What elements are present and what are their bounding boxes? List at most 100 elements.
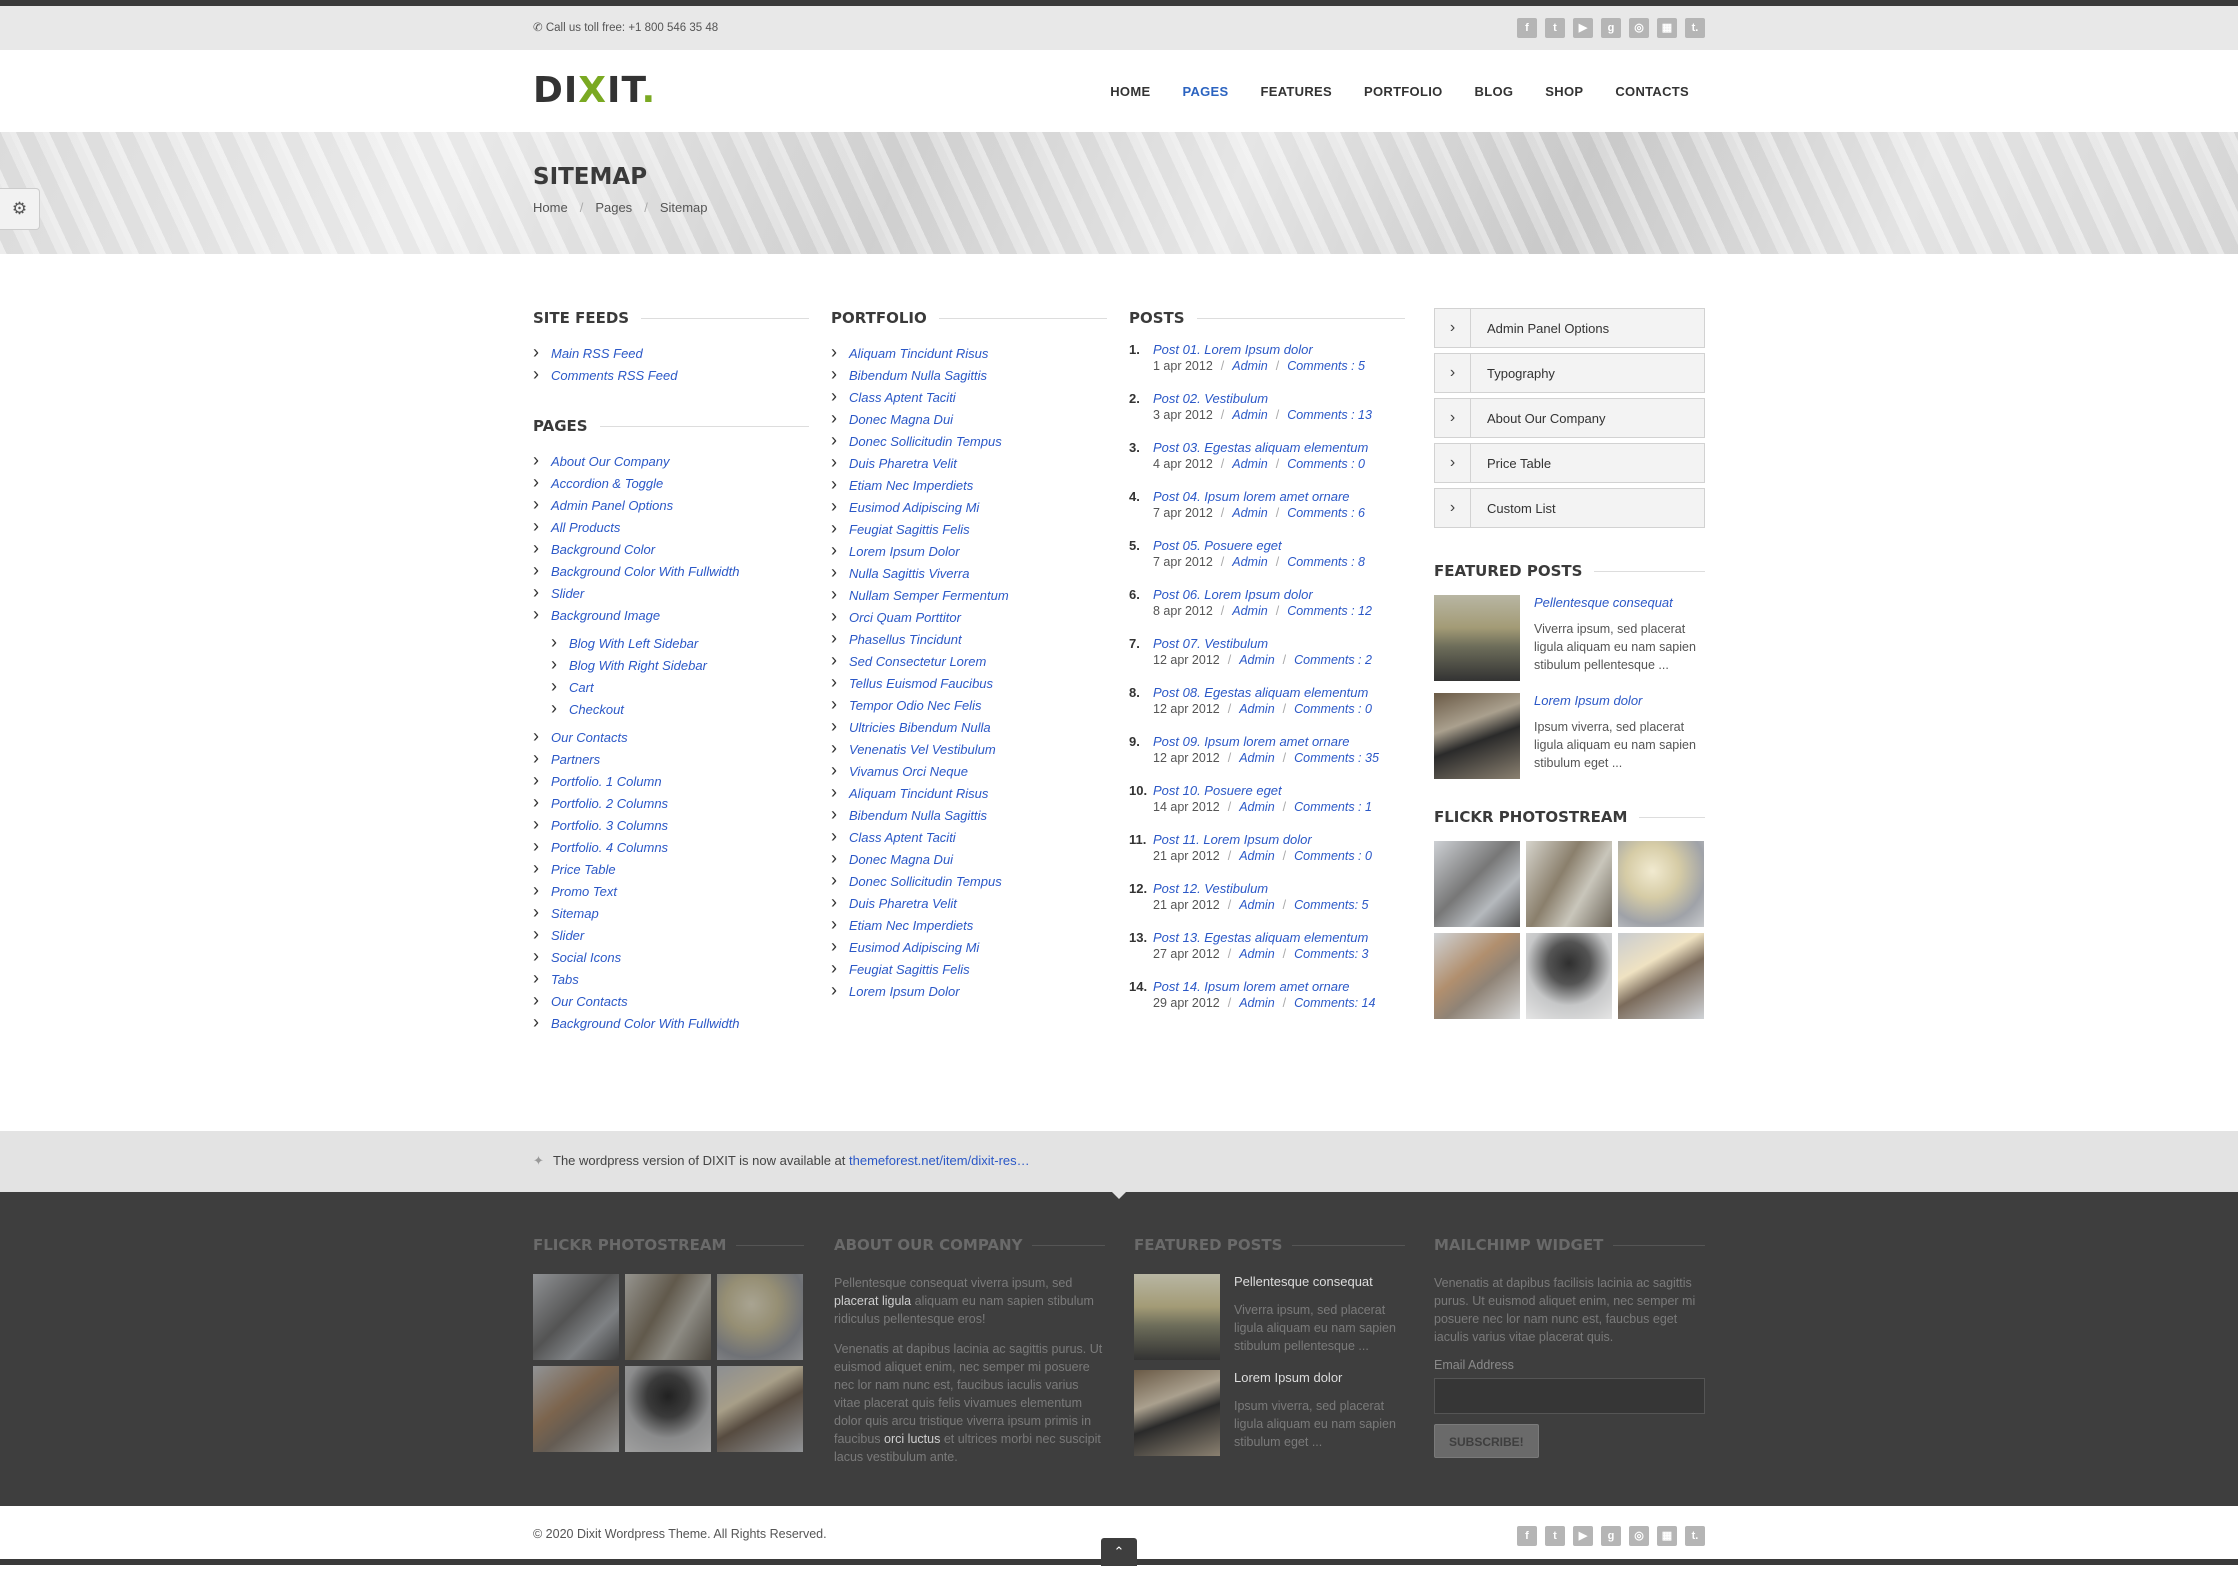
- post-author[interactable]: Admin: [1239, 800, 1274, 814]
- post-title[interactable]: Post 06. Lorem Ipsum dolor: [1153, 587, 1313, 602]
- settings-gear-icon[interactable]: ⚙: [0, 188, 40, 230]
- page-link[interactable]: Portfolio. 2 Columns: [533, 792, 809, 814]
- post-comments[interactable]: Comments : 0: [1294, 849, 1372, 863]
- featured-post-thumbnail[interactable]: [1134, 1274, 1220, 1360]
- featured-post[interactable]: Lorem Ipsum dolor Ipsum viverra, sed plac…: [1434, 693, 1705, 779]
- email-input[interactable]: [1434, 1378, 1705, 1414]
- sub-page-link[interactable]: Blog With Left Sidebar: [551, 632, 809, 654]
- portfolio-link[interactable]: Nulla Sagittis Viverra: [831, 562, 1107, 584]
- page-link[interactable]: Admin Panel Options: [533, 494, 809, 516]
- back-to-top-icon[interactable]: ⌃: [1101, 1538, 1137, 1566]
- post-comments[interactable]: Comments : 2: [1294, 653, 1372, 667]
- flickr-photo[interactable]: [533, 1366, 619, 1452]
- twitter-icon[interactable]: t: [1545, 18, 1565, 38]
- page-link[interactable]: About Our Company: [533, 450, 809, 472]
- dribbble-icon[interactable]: ◎: [1629, 18, 1649, 38]
- flickr-photo[interactable]: [625, 1274, 711, 1360]
- featured-post-title[interactable]: Lorem Ipsum dolor: [1534, 693, 1705, 708]
- post-author[interactable]: Admin: [1239, 751, 1274, 765]
- post-title-row[interactable]: 4. Post 04. Ipsum lorem amet ornare: [1129, 489, 1405, 504]
- post-title[interactable]: Post 05. Posuere eget: [1153, 538, 1282, 553]
- facebook-icon[interactable]: f: [1517, 1526, 1537, 1546]
- page-link[interactable]: Accordion & Toggle: [533, 472, 809, 494]
- subscribe-button[interactable]: SUBSCRIBE!: [1434, 1424, 1539, 1458]
- post-author[interactable]: Admin: [1232, 604, 1267, 618]
- googleplus-icon[interactable]: g: [1601, 1526, 1621, 1546]
- portfolio-link[interactable]: Duis Pharetra Velit: [831, 452, 1107, 474]
- post-title-row[interactable]: 9. Post 09. Ipsum lorem amet ornare: [1129, 734, 1405, 749]
- portfolio-link[interactable]: Tempor Odio Nec Felis: [831, 694, 1107, 716]
- post-title-row[interactable]: 7. Post 07. Vestibulum: [1129, 636, 1405, 651]
- post-title[interactable]: Post 13. Egestas aliquam elementum: [1153, 930, 1368, 945]
- sub-page-link[interactable]: Blog With Right Sidebar: [551, 654, 809, 676]
- post-comments[interactable]: Comments: 14: [1294, 996, 1375, 1010]
- post-title[interactable]: Post 09. Ipsum lorem amet ornare: [1153, 734, 1350, 749]
- post-comments[interactable]: Comments : 35: [1294, 751, 1379, 765]
- post-comments[interactable]: Comments : 6: [1287, 506, 1365, 520]
- flickr-photo[interactable]: [533, 1274, 619, 1360]
- post-title-row[interactable]: 11. Post 11. Lorem Ipsum dolor: [1129, 832, 1405, 847]
- post-title-row[interactable]: 12. Post 12. Vestibulum: [1129, 881, 1405, 896]
- post-title[interactable]: Post 11. Lorem Ipsum dolor: [1153, 832, 1312, 847]
- post-comments[interactable]: Comments : 12: [1287, 604, 1372, 618]
- post-author[interactable]: Admin: [1239, 898, 1274, 912]
- nav-blog[interactable]: BLOG: [1459, 84, 1530, 99]
- page-link[interactable]: Partners: [533, 748, 809, 770]
- sub-page-link[interactable]: Cart: [551, 676, 809, 698]
- portfolio-link[interactable]: Ultricies Bibendum Nulla: [831, 716, 1107, 738]
- nav-pages[interactable]: PAGES: [1166, 84, 1244, 99]
- page-link[interactable]: Price Table: [533, 858, 809, 880]
- feed-link[interactable]: Comments RSS Feed: [533, 364, 809, 386]
- flickr-photo[interactable]: [1526, 933, 1612, 1019]
- portfolio-link[interactable]: Sed Consectetur Lorem: [831, 650, 1107, 672]
- logo[interactable]: DIXIT.: [533, 70, 656, 111]
- page-link[interactable]: Promo Text: [533, 880, 809, 902]
- sidebar-menu-item[interactable]: › Price Table: [1434, 443, 1705, 483]
- portfolio-link[interactable]: Venenatis Vel Vestibulum: [831, 738, 1107, 760]
- post-title[interactable]: Post 07. Vestibulum: [1153, 636, 1268, 651]
- portfolio-link[interactable]: Vivamus Orci Neque: [831, 760, 1107, 782]
- page-link[interactable]: Background Image: [533, 604, 809, 626]
- nav-home[interactable]: HOME: [1094, 84, 1166, 99]
- breadcrumb-home[interactable]: Home: [533, 200, 568, 215]
- portfolio-link[interactable]: Aliquam Tincidunt Risus: [831, 782, 1107, 804]
- post-title-row[interactable]: 13. Post 13. Egestas aliquam elementum: [1129, 930, 1405, 945]
- post-author[interactable]: Admin: [1232, 506, 1267, 520]
- footer-featured-post[interactable]: Lorem Ipsum dolor Ipsum viverra, sed plac…: [1134, 1370, 1405, 1456]
- page-link[interactable]: Tabs: [533, 968, 809, 990]
- featured-post-thumbnail[interactable]: [1134, 1370, 1220, 1456]
- page-link[interactable]: Background Color With Fullwidth: [533, 1012, 809, 1034]
- post-comments[interactable]: Comments : 8: [1287, 555, 1365, 569]
- flickr-photo[interactable]: [1526, 841, 1612, 927]
- portfolio-link[interactable]: Eusimod Adipiscing Mi: [831, 936, 1107, 958]
- youtube-icon[interactable]: ▶: [1573, 18, 1593, 38]
- youtube-icon[interactable]: ▶: [1573, 1526, 1593, 1546]
- post-comments[interactable]: Comments : 1: [1294, 800, 1372, 814]
- post-title[interactable]: Post 10. Posuere eget: [1153, 783, 1282, 798]
- featured-post-thumbnail[interactable]: [1434, 595, 1520, 681]
- post-title-row[interactable]: 14. Post 14. Ipsum lorem amet ornare: [1129, 979, 1405, 994]
- portfolio-link[interactable]: Donec Sollicitudin Tempus: [831, 430, 1107, 452]
- breadcrumb-pages[interactable]: Pages: [595, 200, 632, 215]
- portfolio-link[interactable]: Class Aptent Taciti: [831, 386, 1107, 408]
- post-comments[interactable]: Comments : 13: [1287, 408, 1372, 422]
- post-author[interactable]: Admin: [1232, 555, 1267, 569]
- portfolio-link[interactable]: Tellus Euismod Faucibus: [831, 672, 1107, 694]
- nav-portfolio[interactable]: PORTFOLIO: [1348, 84, 1459, 99]
- page-link[interactable]: Background Color With Fullwidth: [533, 560, 809, 582]
- page-link[interactable]: Social Icons: [533, 946, 809, 968]
- post-title-row[interactable]: 2. Post 02. Vestibulum: [1129, 391, 1405, 406]
- portfolio-link[interactable]: Bibendum Nulla Sagittis: [831, 804, 1107, 826]
- flickr-photo[interactable]: [717, 1366, 803, 1452]
- sidebar-menu-item[interactable]: › Typography: [1434, 353, 1705, 393]
- portfolio-link[interactable]: Etiam Nec Imperdiets: [831, 474, 1107, 496]
- delicious-icon[interactable]: ▦: [1657, 18, 1677, 38]
- post-title[interactable]: Post 14. Ipsum lorem amet ornare: [1153, 979, 1350, 994]
- feed-link[interactable]: Main RSS Feed: [533, 342, 809, 364]
- post-title-row[interactable]: 10. Post 10. Posuere eget: [1129, 783, 1405, 798]
- nav-shop[interactable]: SHOP: [1529, 84, 1599, 99]
- post-title[interactable]: Post 03. Egestas aliquam elementum: [1153, 440, 1368, 455]
- post-author[interactable]: Admin: [1239, 849, 1274, 863]
- post-author[interactable]: Admin: [1239, 947, 1274, 961]
- sidebar-menu-item[interactable]: › About Our Company: [1434, 398, 1705, 438]
